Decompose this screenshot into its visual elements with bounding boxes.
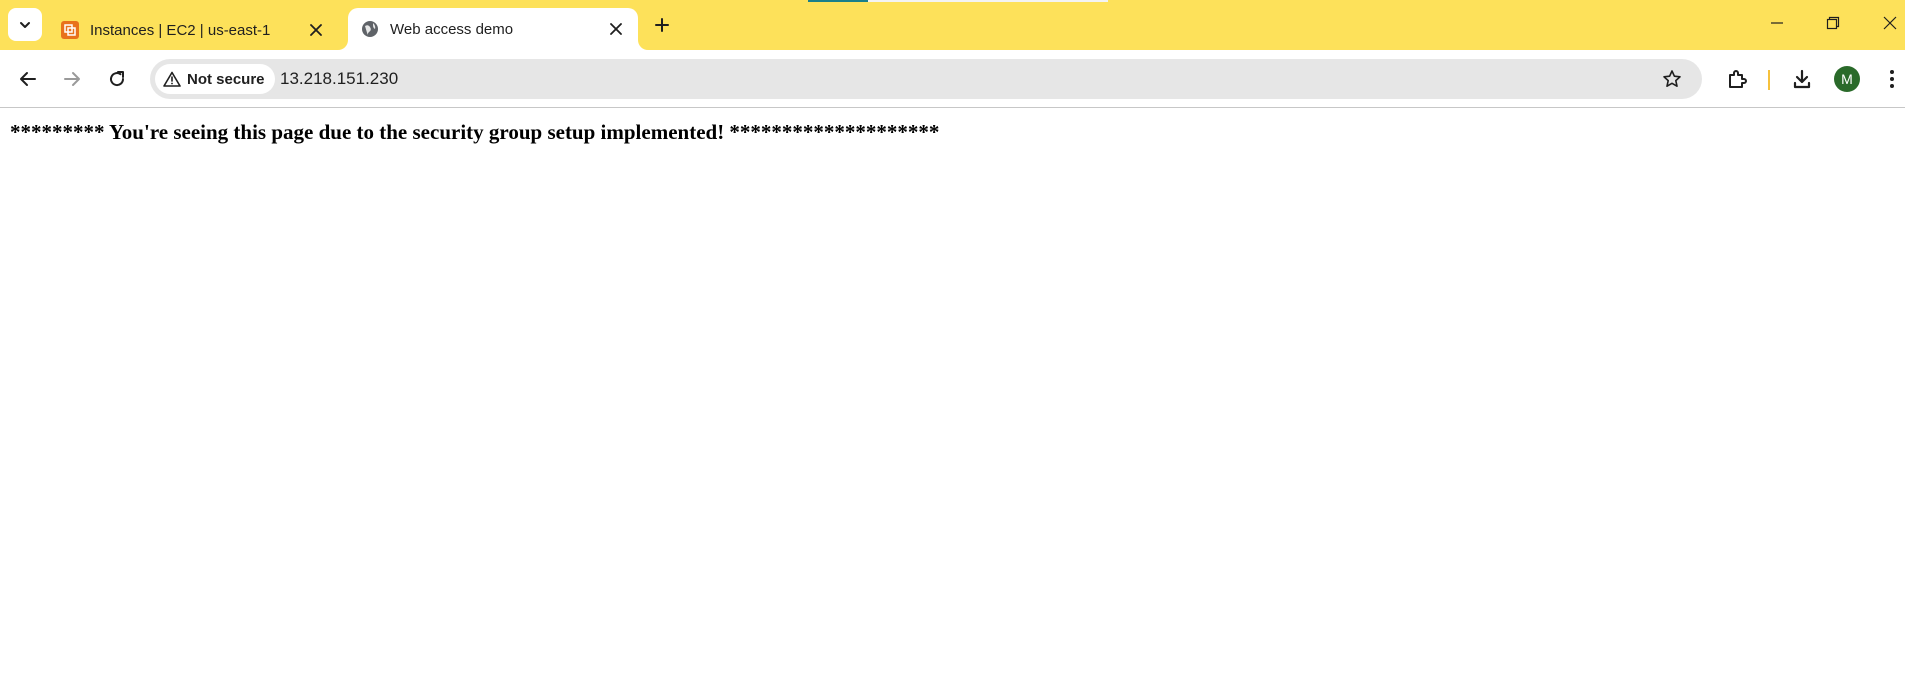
downloads-button[interactable] (1787, 64, 1817, 94)
tab-instances-ec2[interactable]: Instances | EC2 | us-east-1 (48, 10, 338, 50)
arrow-right-icon (64, 72, 80, 86)
aws-ec2-icon (60, 20, 80, 40)
new-tab-button[interactable] (650, 13, 674, 37)
page-headline: ********* You're seeing this page due to… (10, 120, 940, 144)
browser-menu-button[interactable] (1877, 64, 1905, 94)
forward-button[interactable] (57, 64, 87, 94)
globe-icon (360, 19, 380, 39)
page-content: ********* You're seeing this page due to… (0, 109, 1905, 698)
warning-icon (163, 71, 181, 87)
download-icon (1793, 69, 1811, 89)
reload-icon (110, 71, 125, 87)
close-window-button[interactable] (1875, 8, 1905, 38)
tab-web-access-demo[interactable]: Web access demo (348, 8, 638, 50)
url-text[interactable]: 13.218.151.230 (280, 69, 398, 89)
back-button[interactable] (13, 64, 43, 94)
close-icon[interactable] (304, 18, 328, 42)
profile-avatar[interactable]: M (1834, 66, 1860, 92)
security-label: Not secure (187, 70, 265, 88)
extensions-button[interactable] (1722, 64, 1752, 94)
more-vertical-icon (1890, 70, 1894, 88)
plus-icon (655, 18, 669, 32)
tab-search-button[interactable] (8, 8, 42, 41)
site-security-chip[interactable]: Not secure (155, 64, 275, 94)
close-icon (1883, 16, 1897, 30)
close-icon[interactable] (604, 17, 628, 41)
browser-toolbar: Not secure 13.218.151.230 M (0, 50, 1905, 108)
tab-strip-accent-dark (808, 0, 868, 2)
reload-button[interactable] (102, 64, 132, 94)
toolbar-separator (1768, 70, 1770, 90)
arrow-left-icon (20, 72, 36, 86)
puzzle-icon (1729, 70, 1747, 88)
restore-icon (1826, 16, 1840, 30)
tab-strip: Instances | EC2 | us-east-1 Web access d… (0, 0, 1905, 50)
minimize-icon (1771, 22, 1783, 24)
address-bar[interactable]: Not secure 13.218.151.230 (150, 59, 1702, 99)
chevron-down-icon (20, 21, 30, 28)
bookmark-star-button[interactable] (1660, 67, 1684, 91)
restore-button[interactable] (1818, 8, 1848, 38)
tab-title: Instances | EC2 | us-east-1 (90, 21, 271, 39)
minimize-button[interactable] (1762, 8, 1792, 38)
star-icon (1663, 70, 1681, 87)
tab-title: Web access demo (390, 20, 514, 38)
